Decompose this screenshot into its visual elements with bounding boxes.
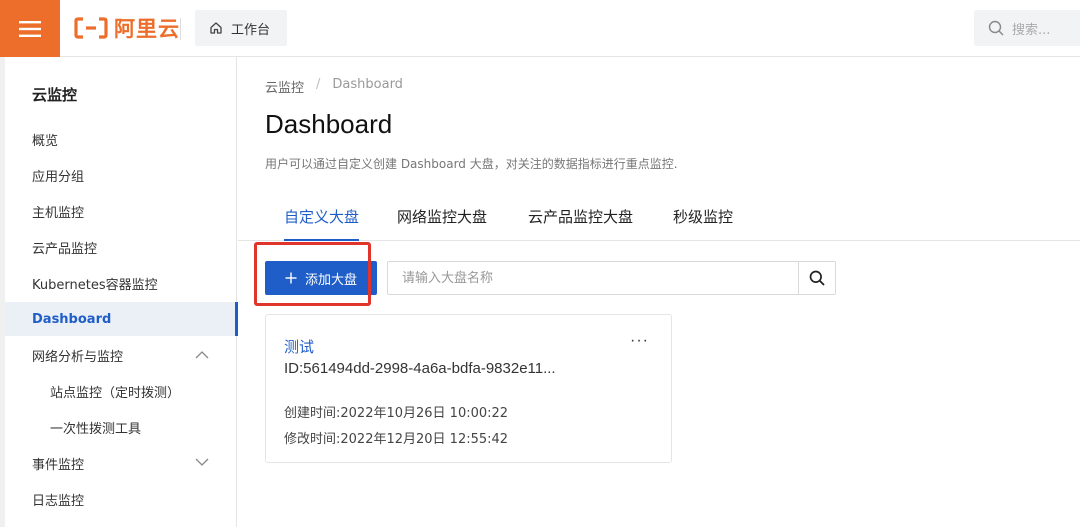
page-description: 用户可以通过自定义创建 Dashboard 大盘，对关注的数据指标进行重点监控. — [265, 157, 678, 171]
sidebar-item-label: 日志监控 — [32, 493, 85, 509]
plus-icon — [285, 272, 297, 284]
chevron-down-icon — [195, 458, 209, 466]
sidebar-item-network-analysis[interactable]: 网络分析与监控 — [5, 338, 237, 372]
dashboard-card: 测试 ··· ID:561494dd-2998-4a6a-bdfa-9832e1… — [265, 314, 672, 463]
sidebar-item-app-groups[interactable]: 应用分组 — [5, 158, 237, 192]
sidebar-item-cloud-product-monitoring[interactable]: 云产品监控 — [5, 230, 237, 264]
breadcrumb-separator: / — [316, 77, 321, 92]
chevron-up-icon — [195, 351, 209, 359]
sidebar-item-event-monitoring[interactable]: 事件监控 — [5, 446, 237, 480]
dashboard-card-created: 创建时间:2022年10月26日 10:00:22 — [284, 406, 509, 421]
sidebar-item-label: 网络分析与监控 — [32, 349, 124, 365]
dashboard-search-button[interactable] — [798, 262, 835, 294]
sidebar-item-label: Dashboard — [32, 311, 112, 327]
sidebar-item-one-time-probe[interactable]: 一次性拨测工具 — [5, 410, 237, 444]
sidebar-item-kubernetes-monitoring[interactable]: Kubernetes容器监控 — [5, 266, 237, 300]
tab-label: 网络监控大盘 — [397, 208, 488, 226]
aliyun-logo-icon — [74, 17, 108, 39]
workbench-label: 工作台 — [231, 22, 271, 38]
sidebar-item-host-monitoring[interactable]: 主机监控 — [5, 194, 237, 228]
sidebar-item-site-monitoring[interactable]: 站点监控（定时拨测） — [5, 374, 237, 408]
tab-bar: 自定义大盘 网络监控大盘 云产品监控大盘 秒级监控 — [238, 197, 1080, 241]
dashboard-search — [387, 261, 836, 295]
more-options-icon[interactable]: ··· — [630, 333, 649, 349]
sidebar-item-label: 主机监控 — [32, 205, 85, 221]
add-dashboard-label: 添加大盘 — [304, 272, 357, 288]
sidebar-item-label: 概览 — [32, 133, 59, 149]
dashboard-search-input[interactable] — [388, 262, 798, 294]
tab-second-level-monitoring[interactable]: 秒级监控 — [673, 206, 733, 241]
tab-network-dashboard[interactable]: 网络监控大盘 — [397, 206, 487, 241]
home-icon — [210, 22, 222, 34]
sidebar-title: 云监控 — [32, 86, 78, 104]
sidebar-item-log-monitoring[interactable]: 日志监控 — [5, 482, 237, 516]
hamburger-menu-button[interactable] — [0, 0, 60, 57]
sidebar-item-overview[interactable]: 概览 — [5, 122, 237, 156]
dashboard-card-id: ID:561494dd-2998-4a6a-bdfa-9832e11... — [284, 360, 556, 377]
dashboard-card-name[interactable]: 测试 — [284, 336, 314, 357]
sidebar-item-label: 云产品监控 — [32, 241, 98, 257]
tab-custom-dashboard[interactable]: 自定义大盘 — [284, 206, 360, 241]
sidebar-item-label: 一次性拨测工具 — [50, 421, 142, 437]
search-icon — [809, 270, 825, 286]
aliyun-logo[interactable]: 阿里云 — [74, 14, 180, 42]
main-content: 云监控 / Dashboard Dashboard 用户可以通过自定义创建 Da… — [238, 57, 1080, 527]
logo-text: 阿里云 — [114, 17, 180, 41]
global-search-placeholder: 搜索... — [1012, 22, 1051, 38]
page-title: Dashboard — [265, 109, 393, 139]
sidebar-item-label: 事件监控 — [32, 457, 85, 473]
header-divider — [180, 18, 181, 40]
sidebar: 云监控 概览 应用分组 主机监控 云产品监控 Kubernetes容器监控 Da… — [0, 57, 238, 527]
tab-cloud-product-dashboard[interactable]: 云产品监控大盘 — [528, 206, 633, 241]
top-bar: 阿里云 工作台 搜索... — [0, 0, 1080, 57]
sidebar-item-label: 站点监控（定时拨测） — [50, 385, 181, 401]
sidebar-item-dashboard[interactable]: Dashboard — [5, 302, 238, 336]
tab-label: 云产品监控大盘 — [528, 208, 634, 226]
sidebar-item-label: Kubernetes容器监控 — [32, 277, 158, 293]
workbench-button[interactable]: 工作台 — [195, 10, 287, 46]
menu-icon — [19, 20, 41, 37]
dashboard-card-modified: 修改时间:2022年12月20日 12:55:42 — [284, 432, 509, 447]
breadcrumb: 云监控 / Dashboard — [265, 77, 403, 96]
tab-label: 自定义大盘 — [284, 208, 360, 226]
sidebar-item-label: 应用分组 — [32, 169, 85, 185]
tab-label: 秒级监控 — [673, 208, 734, 226]
breadcrumb-link-cloud-monitor[interactable]: 云监控 — [265, 77, 304, 96]
global-search-input[interactable]: 搜索... — [974, 10, 1080, 46]
breadcrumb-current: Dashboard — [332, 77, 403, 92]
search-icon — [988, 20, 1004, 36]
add-dashboard-button[interactable]: 添加大盘 — [265, 261, 377, 295]
